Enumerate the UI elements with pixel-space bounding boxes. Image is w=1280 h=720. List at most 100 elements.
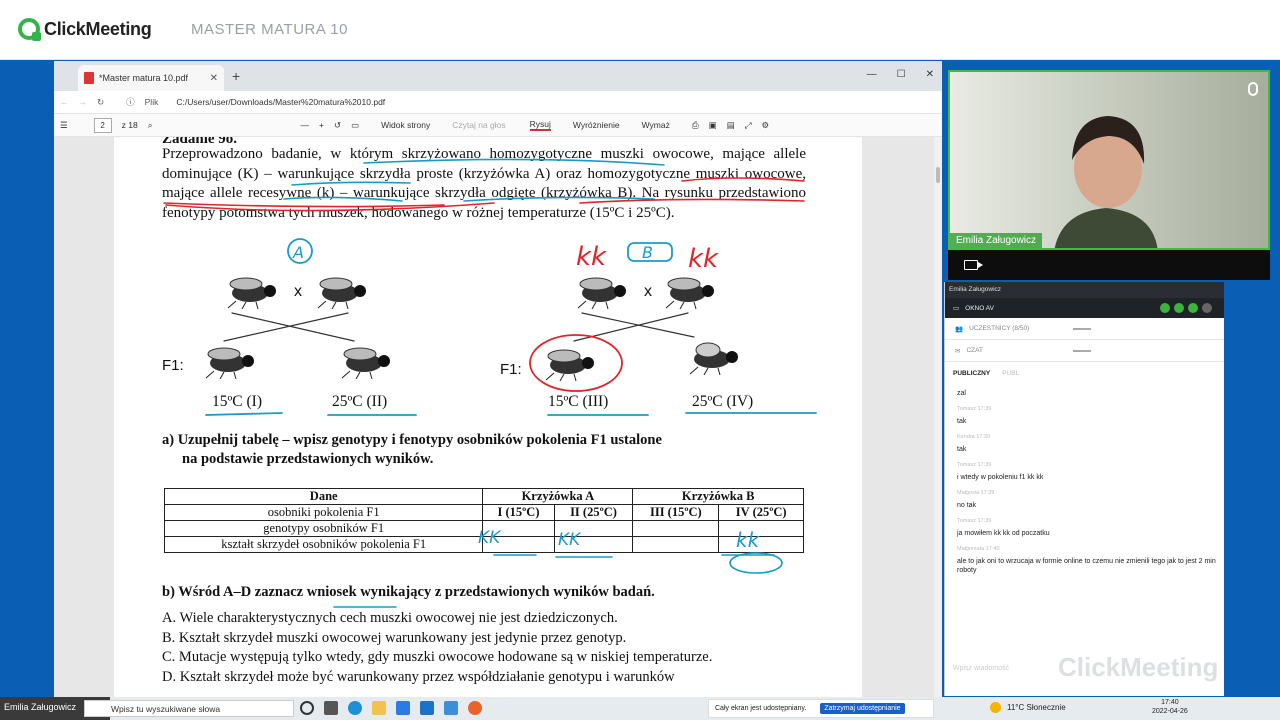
firefox-icon[interactable]: [468, 701, 482, 715]
chat-meta: Tomasz 17:39: [957, 462, 992, 468]
participants-header[interactable]: 👥 UCZESTNICY (8/50): [945, 318, 1224, 340]
close-window-icon[interactable]: ✕: [926, 69, 934, 80]
weather-widget[interactable]: 11°C Słonecznie: [990, 702, 1066, 713]
chat-message: Tomasz 17:39 ja mowiłem kk kk od poczatku: [957, 517, 1217, 538]
av-speaker-button[interactable]: [1188, 303, 1198, 313]
explorer-icon[interactable]: [372, 701, 386, 715]
print-icon[interactable]: ⎙: [692, 120, 699, 131]
pdf-viewer[interactable]: Zadanie 9o. Przeprowadzono badanie, w kt…: [54, 137, 942, 697]
table-col-i: I (15ºC): [482, 504, 555, 521]
meeting-title: MASTER MATURA 10: [191, 21, 348, 38]
table-header-b: Krzyżówka B: [632, 488, 804, 505]
presenter-video[interactable]: Emilia Załugowicz: [948, 70, 1270, 250]
av-window-label: OKNO AV: [965, 304, 994, 312]
task-view-icon[interactable]: [300, 701, 314, 715]
edge-icon[interactable]: [348, 701, 362, 715]
store-icon[interactable]: [396, 701, 410, 715]
zoom-in-icon[interactable]: +: [319, 120, 324, 130]
reload-icon[interactable]: ↻: [97, 97, 104, 108]
presenter-name-tag: Emilia Załugowicz: [950, 233, 1043, 248]
info-icon[interactable]: ⓘ: [126, 96, 135, 108]
stop-sharing-button[interactable]: Zatrzymaj udostępnianie: [820, 703, 905, 714]
ink-oval-iv: [729, 552, 783, 574]
option-b: B. Kształt skrzydeł muszki owocowej waru…: [162, 629, 627, 646]
maximize-icon[interactable]: ☐: [897, 69, 906, 80]
erase-button[interactable]: Wymaż: [642, 120, 670, 130]
save-as-icon[interactable]: ▤: [727, 120, 735, 131]
clickmeeting-logo-icon: [18, 18, 41, 41]
draw-button[interactable]: Rysuj: [529, 119, 551, 131]
temp-label-ii: 25ºC (II): [332, 393, 388, 410]
rotate-icon[interactable]: ↺: [334, 120, 341, 131]
new-tab-icon[interactable]: +: [232, 68, 240, 84]
weather-text: 11°C Słonecznie: [1007, 703, 1066, 712]
pdf-scrollbar[interactable]: [934, 137, 942, 697]
fly-f1-i: [205, 347, 254, 379]
widgets-icon[interactable]: [324, 701, 338, 715]
fly-parent-a2: [317, 277, 366, 309]
save-icon[interactable]: ▣: [709, 120, 717, 131]
settings-icon[interactable]: ⚙: [762, 120, 770, 131]
forward-icon[interactable]: →: [79, 97, 88, 107]
windows-taskbar: Emilia Załugowicz Wpisz tu wyszukiwane s…: [0, 697, 1280, 720]
address-bar: ← → ↻ ⓘ Plik C:/Users/user/Downloads/Mas…: [54, 91, 942, 113]
page-view-button[interactable]: Widok strony: [381, 120, 430, 130]
answer-table: Dane Krzyżówka A Krzyżówka B osobniki po…: [163, 488, 804, 553]
chat-tabs: PUBLICZNY PUBL: [945, 362, 1224, 384]
screen-share-notice: Cały ekran jest udostępniany. Zatrzymaj …: [708, 699, 934, 718]
taskbar-clock[interactable]: 17:40 2022-04-26: [1152, 698, 1188, 716]
zoom-out-icon[interactable]: —: [300, 120, 309, 130]
av-mic-button[interactable]: [1174, 303, 1184, 313]
read-aloud-button[interactable]: Czytaj na głos: [452, 120, 505, 130]
table-cell: [718, 536, 804, 553]
search-icon[interactable]: ⌕: [148, 120, 153, 131]
camera-icon[interactable]: [964, 260, 983, 270]
presenter-avatar: [1054, 116, 1158, 248]
f1-label-a: F1:: [162, 357, 184, 374]
av-camera-button[interactable]: [1160, 303, 1170, 313]
minimize-icon[interactable]: —: [867, 69, 877, 80]
table-header-dane: Dane: [163, 488, 484, 505]
contents-icon[interactable]: ☰: [60, 120, 68, 131]
av-controls: [1160, 303, 1212, 313]
url-field[interactable]: C:/Users/user/Downloads/Master%20matura%…: [176, 97, 385, 107]
table-cell: [632, 536, 720, 553]
ink-label-b: B: [642, 243, 653, 262]
mail-icon[interactable]: [420, 701, 434, 715]
chat-meta: Tomasz 17:39: [957, 518, 992, 524]
chat-message: Kendra 17:39 tak: [957, 433, 1217, 454]
collapse-handle[interactable]: [1073, 350, 1091, 352]
pdf-icon: [84, 72, 94, 84]
table-col-iv: IV (25ºC): [718, 504, 804, 521]
fly-parent-a1: [227, 277, 276, 309]
back-icon[interactable]: ←: [60, 97, 69, 107]
fly-f1-ii: [341, 347, 390, 379]
close-tab-icon[interactable]: ✕: [210, 73, 218, 84]
chat-input[interactable]: Wpisz wiadomość: [953, 665, 1009, 672]
browser-tabbar: *Master matura 10.pdf ✕ + — ☐ ✕: [54, 61, 942, 91]
address-label: Plik: [144, 97, 159, 107]
mail2-icon[interactable]: [444, 701, 458, 715]
fit-icon[interactable]: ▭: [351, 120, 359, 131]
tab-private[interactable]: PUBL: [1002, 370, 1019, 377]
highlight-button[interactable]: Wyróżnienie: [573, 120, 620, 130]
taskbar-search[interactable]: Wpisz tu wyszukiwane słowa: [84, 700, 294, 717]
pdf-page: Zadanie 9o. Przeprowadzono badanie, w kt…: [114, 137, 862, 697]
clickmeeting-logo[interactable]: ClickMeeting: [18, 18, 152, 41]
ink-label-kk-left: kk: [576, 242, 607, 272]
fullscreen-icon[interactable]: ⤢: [745, 120, 752, 131]
tab-public[interactable]: PUBLICZNY: [953, 370, 990, 377]
chat-meta: Małgorzata 17:40: [957, 546, 1000, 552]
chat-header[interactable]: ✉ CZAT: [945, 340, 1224, 362]
chat-message: Małgorzata 17:40 ale to jak oni to wrzuca…: [957, 545, 1217, 575]
browser-tab[interactable]: *Master matura 10.pdf ✕: [78, 65, 224, 91]
page-number-input[interactable]: 2: [93, 117, 112, 133]
collapse-handle[interactable]: [1073, 328, 1091, 330]
clock-date: 2022-04-26: [1152, 708, 1188, 715]
av-settings-button[interactable]: [1202, 303, 1212, 313]
cross-symbol-b: x: [644, 283, 652, 300]
microphone-icon[interactable]: [1248, 82, 1258, 96]
chat-text: ja mowiłem kk kk od poczatku: [957, 530, 1050, 537]
clock-time: 17:40: [1161, 699, 1179, 706]
table-cell: [482, 520, 555, 537]
